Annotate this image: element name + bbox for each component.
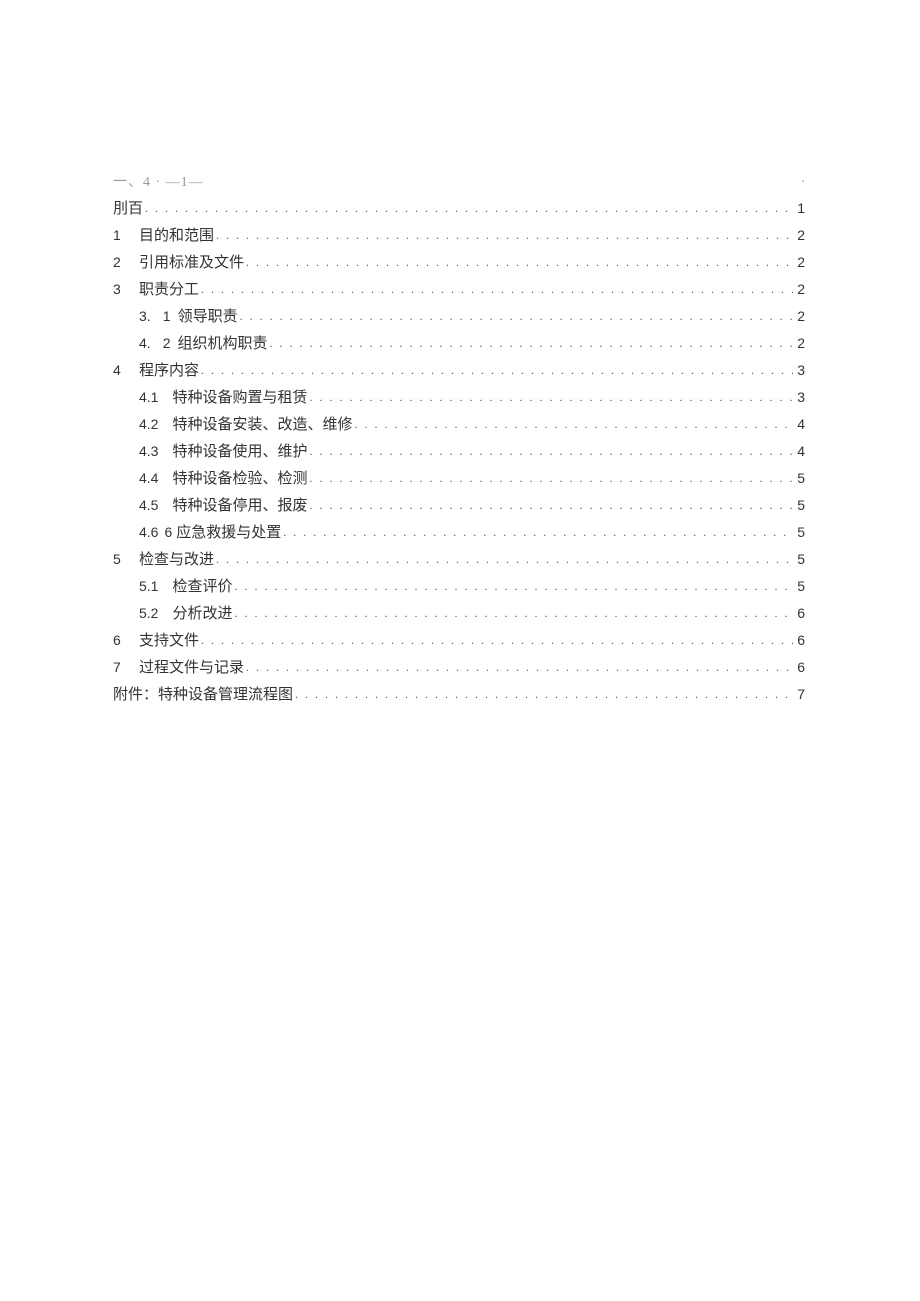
toc-entry: 4.1 特种设备购置与租赁 3	[113, 384, 805, 411]
toc-subnumber: 4.6	[139, 519, 158, 546]
toc-leader-dots	[270, 330, 793, 357]
toc-number: 3	[113, 276, 139, 303]
toc-title: 附件：特种设备管理流程图	[113, 682, 293, 708]
toc-page: 2	[795, 276, 805, 303]
toc-title: 特种设备安装、改造、维修	[172, 412, 352, 438]
toc-subnumber: 3.1	[139, 303, 170, 330]
toc-leader-dots	[201, 627, 793, 654]
toc-title: 分析改进	[172, 601, 232, 627]
toc-entry: 1目的和范围 2	[113, 222, 805, 249]
toc-leader-dots	[309, 465, 793, 492]
toc-page: 5	[795, 546, 805, 573]
toc-number: 5	[113, 546, 139, 573]
toc-page: 5	[795, 573, 805, 600]
toc-page: 6	[795, 600, 805, 627]
toc-number: 6	[113, 627, 139, 654]
toc-leader-dots	[201, 357, 793, 384]
toc-entry: 4.5 特种设备停用、报废 5	[113, 492, 805, 519]
toc-leader-dots	[295, 681, 793, 708]
toc-title: 特种设备购置与租赁	[172, 385, 307, 411]
table-of-contents: 刖百11目的和范围22引用标准及文件23职责分工23.1领导职责24.2组织机构…	[113, 195, 805, 708]
toc-page: 4	[795, 411, 805, 438]
toc-leader-dots	[309, 384, 793, 411]
toc-page: 1	[795, 195, 805, 222]
toc-title: 领导职责	[178, 304, 238, 330]
toc-leader-dots	[309, 492, 793, 519]
toc-page: 2	[795, 330, 805, 357]
toc-page: 2	[795, 222, 805, 249]
toc-title: 特种设备使用、维护	[172, 439, 307, 465]
toc-subnumber: 4.4	[139, 465, 158, 492]
toc-title: 检查与改进	[139, 547, 214, 573]
toc-entry: 5.1 检查评价 5	[113, 573, 805, 600]
toc-subnumber: 5.2	[139, 600, 158, 627]
toc-entry: 4.2 特种设备安装、改造、维修 4	[113, 411, 805, 438]
toc-page: 2	[795, 303, 805, 330]
toc-leader-dots	[234, 573, 793, 600]
toc-entry: 附件：特种设备管理流程图 7	[113, 681, 805, 708]
toc-title: 目的和范围	[139, 223, 214, 249]
toc-leader-dots	[145, 195, 793, 222]
toc-subnumber: 5.1	[139, 573, 158, 600]
toc-number: 1	[113, 222, 139, 249]
toc-leader-dots	[246, 654, 793, 681]
toc-title: 应急救援与处置	[176, 520, 281, 546]
toc-leader-dots	[216, 222, 793, 249]
toc-extra: 6	[164, 519, 172, 546]
toc-subnumber: 4.3	[139, 438, 158, 465]
toc-subnumber: 4.2	[139, 330, 170, 357]
toc-page: 5	[795, 465, 805, 492]
toc-leader-dots	[216, 546, 793, 573]
toc-subnumber: 4.1	[139, 384, 158, 411]
toc-leader-dots	[309, 438, 793, 465]
toc-page: 5	[795, 492, 805, 519]
toc-page: 7	[795, 681, 805, 708]
toc-entry: 3职责分工 2	[113, 276, 805, 303]
toc-title: 刖百	[113, 196, 143, 222]
toc-leader-dots	[240, 303, 793, 330]
toc-number: 2	[113, 249, 139, 276]
toc-entry: 2引用标准及文件2	[113, 249, 805, 276]
toc-subnumber: 4.5	[139, 492, 158, 519]
toc-leader-dots	[246, 249, 793, 276]
toc-title: 过程文件与记录	[139, 655, 244, 681]
toc-page: 5	[795, 519, 805, 546]
toc-page: 6	[795, 654, 805, 681]
toc-number: 4	[113, 357, 139, 384]
toc-subnumber: 4.2	[139, 411, 158, 438]
header-line: 一、4 · —1— .	[113, 171, 805, 191]
toc-entry: 4.4 特种设备检验、检测 5	[113, 465, 805, 492]
toc-title: 特种设备停用、报废	[172, 493, 307, 519]
header-prefix: 一、4 · —1—	[113, 171, 204, 191]
toc-leader-dots	[283, 519, 793, 546]
toc-entry: 刖百 1	[113, 195, 805, 222]
toc-entry: 7过程文件与记录 6	[113, 654, 805, 681]
toc-title: 程序内容	[139, 358, 199, 384]
toc-title: 检查评价	[172, 574, 232, 600]
toc-title: 特种设备检验、检测	[172, 466, 307, 492]
toc-page: 3	[795, 384, 805, 411]
toc-leader-dots	[201, 276, 793, 303]
toc-title: 组织机构职责	[178, 331, 268, 357]
toc-page: 3	[795, 357, 805, 384]
toc-leader-dots	[234, 600, 793, 627]
toc-entry: 4.3 特种设备使用、维护 4	[113, 438, 805, 465]
toc-title: 引用标准及文件	[139, 250, 244, 276]
toc-entry: 5.2 分析改进 6	[113, 600, 805, 627]
toc-entry: 4.2 组织机构职责 2	[113, 330, 805, 357]
toc-title: 职责分工	[139, 277, 199, 303]
toc-entry: 5检查与改进5	[113, 546, 805, 573]
toc-number: 7	[113, 654, 139, 681]
toc-entry: 4程序内容 3	[113, 357, 805, 384]
toc-entry: 6支持文件6	[113, 627, 805, 654]
toc-page: 6	[795, 627, 805, 654]
toc-page: 2	[795, 249, 805, 276]
toc-entry: 4.6 6应急救援与处置 5	[113, 519, 805, 546]
header-dot: .	[802, 171, 806, 191]
toc-leader-dots	[354, 411, 793, 438]
toc-entry: 3.1 领导职责 2	[113, 303, 805, 330]
toc-title: 支持文件	[139, 628, 199, 654]
toc-page: 4	[795, 438, 805, 465]
